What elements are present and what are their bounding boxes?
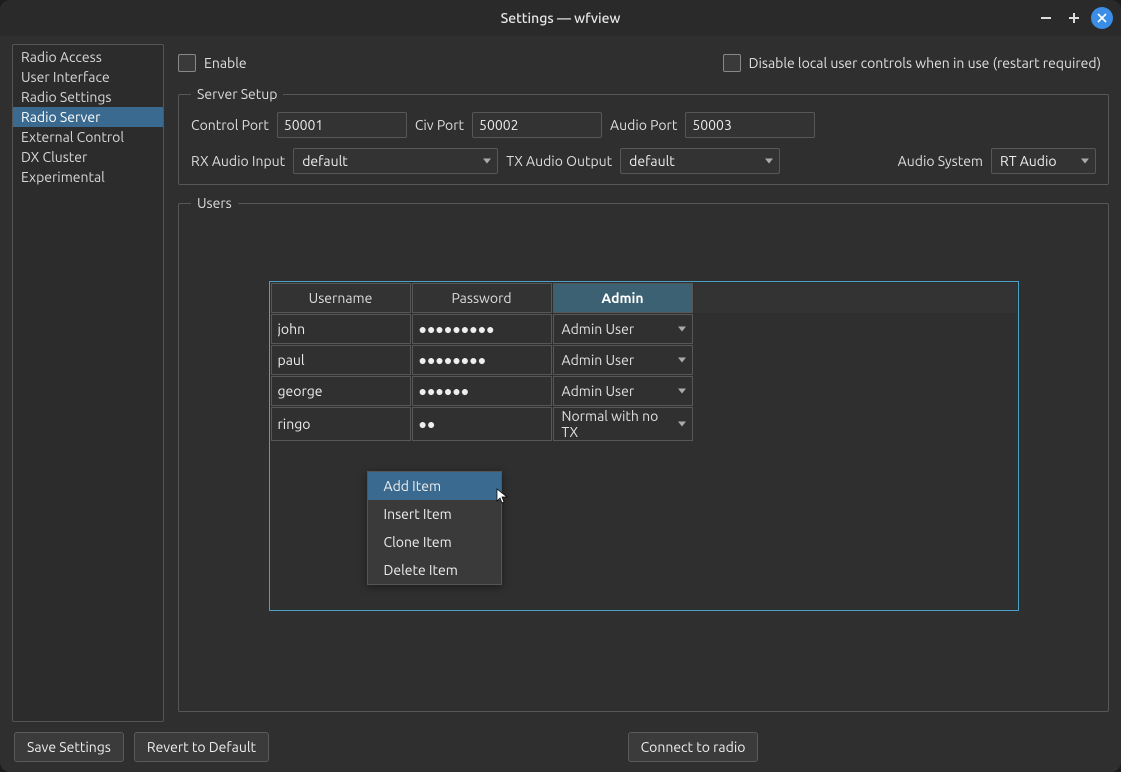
audio-system-select[interactable]: RT Audio xyxy=(991,148,1096,174)
sidebar-item-radio-server[interactable]: Radio Server xyxy=(13,107,163,127)
username-cell[interactable] xyxy=(272,315,410,343)
users-table-container: Username Password Admin Admin User Admin … xyxy=(269,281,1019,611)
checkbox-box-icon xyxy=(178,54,196,72)
col-username[interactable]: Username xyxy=(271,283,411,313)
sidebar-item-experimental[interactable]: Experimental xyxy=(13,167,163,187)
table-row: Admin User xyxy=(271,376,1017,406)
sidebar-item-radio-settings[interactable]: Radio Settings xyxy=(13,87,163,107)
ctx-insert-item[interactable]: Insert Item xyxy=(368,500,501,528)
save-settings-button[interactable]: Save Settings xyxy=(14,732,124,762)
disable-local-checkbox[interactable]: Disable local user controls when in use … xyxy=(723,54,1101,72)
disable-local-label: Disable local user controls when in use … xyxy=(749,55,1101,71)
civ-port-label: Civ Port xyxy=(415,117,464,133)
username-cell[interactable] xyxy=(272,408,410,440)
password-cell[interactable] xyxy=(413,346,551,374)
table-row: Normal with no TX xyxy=(271,407,1017,441)
tx-audio-select[interactable]: default xyxy=(620,148,780,174)
role-select[interactable]: Admin User xyxy=(554,315,692,343)
control-port-label: Control Port xyxy=(191,117,269,133)
role-select[interactable]: Normal with no TX xyxy=(554,408,692,440)
server-setup-group: Server Setup Control Port Civ Port Audio… xyxy=(178,86,1109,185)
password-cell[interactable] xyxy=(413,315,551,343)
users-table: Username Password Admin Admin User Admin … xyxy=(270,282,1018,442)
table-row: Admin User xyxy=(271,314,1017,344)
footer: Save Settings Revert to Default Connect … xyxy=(0,722,1121,772)
sidebar-item-user-interface[interactable]: User Interface xyxy=(13,67,163,87)
username-cell[interactable] xyxy=(272,377,410,405)
username-cell[interactable] xyxy=(272,346,410,374)
server-setup-legend: Server Setup xyxy=(191,86,283,102)
ctx-clone-item[interactable]: Clone Item xyxy=(368,528,501,556)
checkbox-box-icon xyxy=(723,54,741,72)
control-port-input[interactable] xyxy=(277,112,407,138)
col-admin[interactable]: Admin xyxy=(553,283,693,313)
audio-system-label: Audio System xyxy=(898,153,983,169)
revert-default-button[interactable]: Revert to Default xyxy=(134,732,269,762)
close-button[interactable] xyxy=(1091,7,1113,29)
ctx-add-item[interactable]: Add Item xyxy=(368,472,501,500)
users-legend: Users xyxy=(191,195,238,211)
enable-label: Enable xyxy=(204,55,247,71)
sidebar-item-dx-cluster[interactable]: DX Cluster xyxy=(13,147,163,167)
password-cell[interactable] xyxy=(413,377,551,405)
enable-checkbox[interactable]: Enable xyxy=(178,54,247,72)
col-password[interactable]: Password xyxy=(412,283,552,313)
col-blank xyxy=(694,283,1017,313)
role-select[interactable]: Admin User xyxy=(554,346,692,374)
ctx-delete-item[interactable]: Delete Item xyxy=(368,556,501,584)
context-menu: Add ItemInsert ItemClone ItemDelete Item xyxy=(367,471,502,585)
password-cell[interactable] xyxy=(413,408,551,440)
audio-port-input[interactable] xyxy=(685,112,815,138)
window-title: Settings — wfview xyxy=(501,10,621,26)
rx-audio-select[interactable]: default xyxy=(293,148,498,174)
connect-to-radio-button[interactable]: Connect to radio xyxy=(628,732,759,762)
titlebar: Settings — wfview xyxy=(0,0,1121,36)
rx-audio-label: RX Audio Input xyxy=(191,153,285,169)
role-select[interactable]: Admin User xyxy=(554,377,692,405)
sidebar-item-radio-access[interactable]: Radio Access xyxy=(13,47,163,67)
settings-sidebar: Radio AccessUser InterfaceRadio Settings… xyxy=(12,44,164,722)
civ-port-input[interactable] xyxy=(472,112,602,138)
audio-port-label: Audio Port xyxy=(610,117,677,133)
sidebar-item-external-control[interactable]: External Control xyxy=(13,127,163,147)
maximize-button[interactable] xyxy=(1063,7,1085,29)
users-group: Users Username Password Admin Admi xyxy=(178,195,1109,712)
minimize-button[interactable] xyxy=(1035,7,1057,29)
tx-audio-label: TX Audio Output xyxy=(506,153,612,169)
table-row: Admin User xyxy=(271,345,1017,375)
